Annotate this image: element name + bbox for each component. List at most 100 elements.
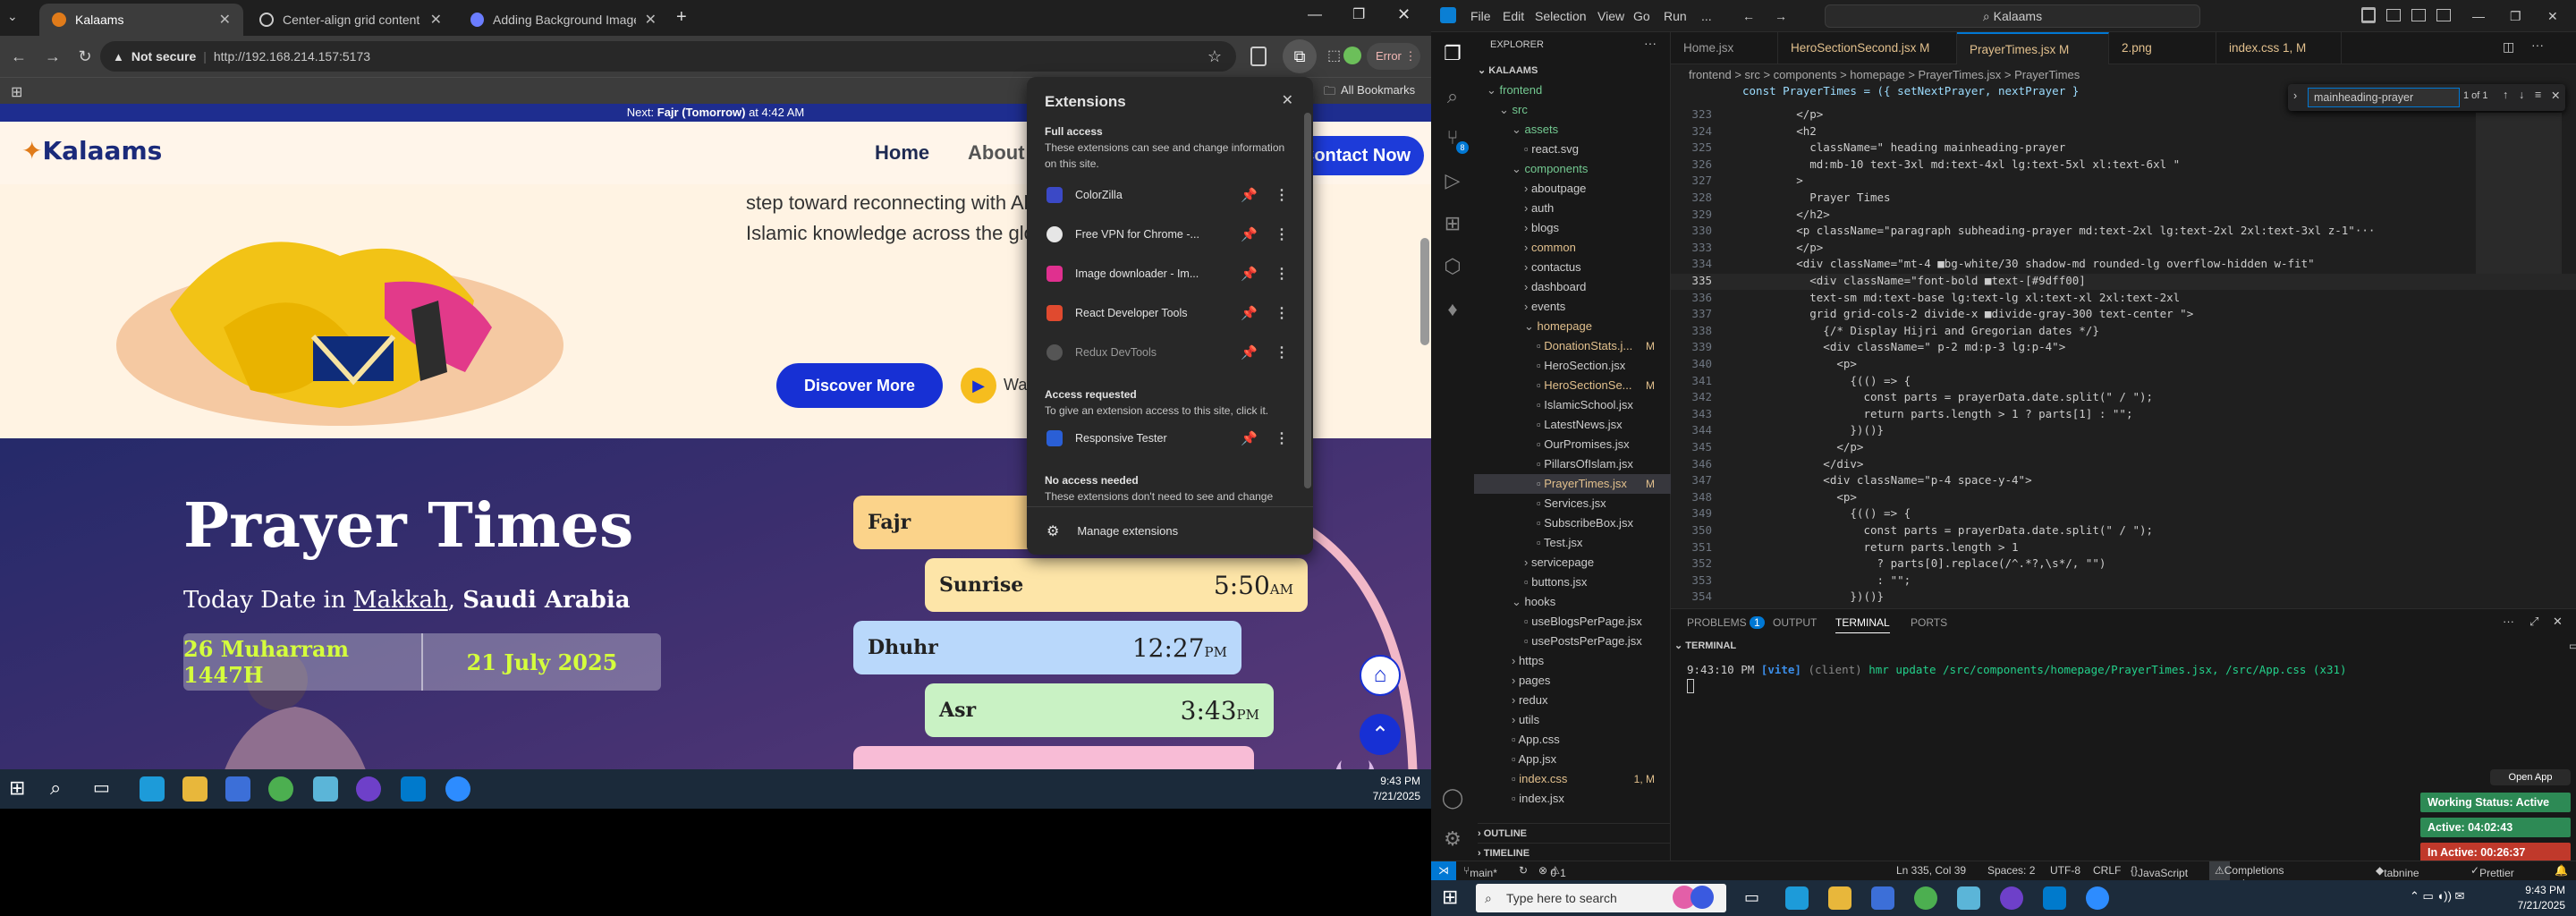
- tree-item[interactable]: › blogs: [1474, 218, 1671, 238]
- close-tab-icon[interactable]: ✕: [645, 11, 657, 29]
- forward-icon[interactable]: →: [39, 43, 66, 70]
- remote-indicator-icon[interactable]: ⋊: [1431, 861, 1456, 880]
- extension-row-free-vpn[interactable]: Free VPN for Chrome -... 📌 ⋮: [1038, 216, 1293, 252]
- tab-background-image[interactable]: Adding Background Image to R ✕: [458, 4, 669, 36]
- more-icon[interactable]: ⋮: [1270, 429, 1293, 447]
- downloads-icon[interactable]: ⬚: [1327, 47, 1341, 64]
- task-view-icon[interactable]: ▭: [1744, 888, 1759, 907]
- editor-tab-prayertimes[interactable]: PrayerTimes.jsx M: [1957, 32, 2109, 64]
- tree-item[interactable]: › aboutpage: [1474, 179, 1671, 199]
- run-debug-icon[interactable]: ▷: [1440, 168, 1465, 193]
- tree-item[interactable]: › servicepage: [1474, 553, 1671, 572]
- close-icon[interactable]: ✕: [2547, 9, 2558, 24]
- pin-icon[interactable]: 📌: [1241, 430, 1258, 446]
- tree-item[interactable]: ▫ Test.jsx: [1474, 533, 1671, 553]
- toggle-sidebar-icon[interactable]: [2361, 9, 2376, 21]
- maximize-panel-icon[interactable]: ⤢: [2529, 615, 2538, 629]
- timeline-section[interactable]: › TIMELINE: [1478, 843, 1674, 862]
- store-icon[interactable]: [1871, 886, 1894, 910]
- tab-search-icon[interactable]: ⌄: [7, 9, 29, 27]
- more-actions-icon[interactable]: ···: [1644, 36, 1657, 50]
- tree-item[interactable]: ⌄ homepage: [1474, 317, 1671, 336]
- customize-layout-icon[interactable]: [2436, 9, 2451, 21]
- maximize-icon[interactable]: ❐: [1352, 5, 1365, 23]
- extension-row-colorzilla[interactable]: ColorZilla 📌 ⋮: [1038, 177, 1293, 213]
- app-icon[interactable]: [313, 776, 338, 802]
- tree-item[interactable]: ⌄ hooks: [1474, 592, 1671, 612]
- page-scrollbar[interactable]: [1420, 238, 1429, 345]
- search-icon[interactable]: ⌕: [50, 776, 61, 800]
- git-branch[interactable]: ⑂ main*: [1463, 864, 1497, 879]
- pin-icon[interactable]: 📌: [1241, 226, 1258, 242]
- more-icon[interactable]: ⋮: [1270, 344, 1293, 361]
- prettier-status[interactable]: ✓ Prettier: [2470, 864, 2514, 879]
- tree-item[interactable]: ⌄ components: [1474, 159, 1671, 179]
- github-icon[interactable]: [356, 776, 381, 802]
- store-icon[interactable]: [225, 776, 250, 802]
- maximize-icon[interactable]: ❐: [2510, 9, 2521, 24]
- play-icon[interactable]: ▶: [961, 368, 996, 403]
- tree-item[interactable]: ▫ Services.jsx: [1474, 494, 1671, 513]
- minimize-icon[interactable]: —: [2472, 9, 2485, 23]
- tree-item[interactable]: ▫ App.css: [1474, 730, 1671, 750]
- menu-view[interactable]: View: [1597, 9, 1624, 23]
- minimap[interactable]: [2476, 113, 2562, 274]
- tree-item[interactable]: › pages: [1474, 671, 1671, 691]
- explorer-icon[interactable]: ❐: [1440, 41, 1465, 66]
- close-find-icon[interactable]: ✕: [2551, 89, 2560, 102]
- tree-item[interactable]: ▫ IslamicSchool.jsx: [1474, 395, 1671, 415]
- taskbar-clock[interactable]: 9:43 PM 7/21/2025: [1373, 774, 1420, 804]
- panel-tab-terminal[interactable]: TERMINAL: [1835, 616, 1890, 633]
- sync-icon[interactable]: ↻: [1519, 864, 1528, 877]
- tree-item[interactable]: › auth: [1474, 199, 1671, 218]
- discover-more-button[interactable]: Discover More: [776, 363, 943, 408]
- more-icon[interactable]: ⋮: [1270, 304, 1293, 322]
- reading-list-icon[interactable]: [1250, 47, 1267, 66]
- nav-back-icon[interactable]: ←: [1742, 9, 1755, 23]
- cursor-position[interactable]: Ln 335, Col 39: [1896, 864, 1966, 877]
- extensions-puzzle-icon[interactable]: ⧉: [1283, 39, 1317, 73]
- terminal-output[interactable]: 9:43:10 PM [vite] (client) hmr update /s…: [1687, 663, 2347, 676]
- menu-go[interactable]: Go: [1633, 9, 1650, 23]
- edge-icon[interactable]: [140, 776, 165, 802]
- all-bookmarks[interactable]: 🗀 All Bookmarks: [1324, 83, 1415, 103]
- eol[interactable]: CRLF: [2093, 864, 2121, 877]
- tree-item[interactable]: ▫ index.jsx: [1474, 789, 1671, 809]
- tree-item[interactable]: ▫ HeroSectionSe... M: [1474, 376, 1671, 395]
- command-center[interactable]: ⌕ Kalaams: [1825, 4, 2200, 28]
- back-to-top-button[interactable]: ⌃: [1360, 714, 1401, 755]
- tree-item[interactable]: ▫ react.svg: [1474, 140, 1671, 159]
- editor-tab-home[interactable]: Home.jsx: [1671, 32, 1778, 64]
- tabnine-status[interactable]: ◆ tabnine basic: [2376, 864, 2419, 892]
- address-bar[interactable]: ▲ Not secure | http://192.168.214.157:51…: [100, 41, 1236, 72]
- notifications-icon[interactable]: 🔔: [2555, 864, 2568, 877]
- nav-home[interactable]: Home: [875, 141, 929, 165]
- bookmark-star-icon[interactable]: ☆: [1208, 47, 1222, 66]
- nav-about[interactable]: About: [968, 141, 1025, 165]
- tab-kalaams[interactable]: Kalaams ✕: [39, 4, 243, 36]
- more-icon[interactable]: ⋮: [1270, 186, 1293, 204]
- account-icon[interactable]: ◯: [1440, 785, 1465, 810]
- chrome-icon[interactable]: [268, 776, 293, 802]
- tree-item[interactable]: ▫ buttons.jsx: [1474, 572, 1671, 592]
- tree-item[interactable]: ▫ usePostsPerPage.jsx: [1474, 632, 1671, 651]
- watch-video-link[interactable]: Wa: [1004, 376, 1027, 394]
- menu-file[interactable]: File: [1470, 9, 1491, 23]
- tree-item[interactable]: ⌄ frontend: [1474, 81, 1671, 100]
- remote-explorer-icon[interactable]: ⬡: [1440, 254, 1465, 279]
- windows-start-icon[interactable]: ⊞: [9, 776, 25, 800]
- nav-forward-icon[interactable]: →: [1775, 9, 1787, 23]
- tree-item[interactable]: › events: [1474, 297, 1671, 317]
- tree-item[interactable]: ▫ OurPromises.jsx: [1474, 435, 1671, 454]
- panel-tab-problems[interactable]: PROBLEMS 1: [1687, 616, 1765, 629]
- profile-avatar[interactable]: [1343, 47, 1361, 64]
- kalaams-logo[interactable]: ✦Kalaams: [21, 136, 162, 165]
- split-editor-icon[interactable]: ◫: [2503, 39, 2514, 55]
- close-tab-icon[interactable]: ✕: [430, 11, 442, 29]
- breadcrumb[interactable]: frontend > src > components > homepage >…: [1671, 64, 2576, 86]
- extension-row-react-devtools[interactable]: React Developer Tools 📌 ⋮: [1038, 295, 1293, 331]
- city-link[interactable]: Makkah: [353, 587, 448, 614]
- tree-item[interactable]: › dashboard: [1474, 277, 1671, 297]
- tree-item[interactable]: ▫ SubscribeBox.jsx: [1474, 513, 1671, 533]
- tab-center-align[interactable]: Center-align grid content ✕: [247, 4, 454, 36]
